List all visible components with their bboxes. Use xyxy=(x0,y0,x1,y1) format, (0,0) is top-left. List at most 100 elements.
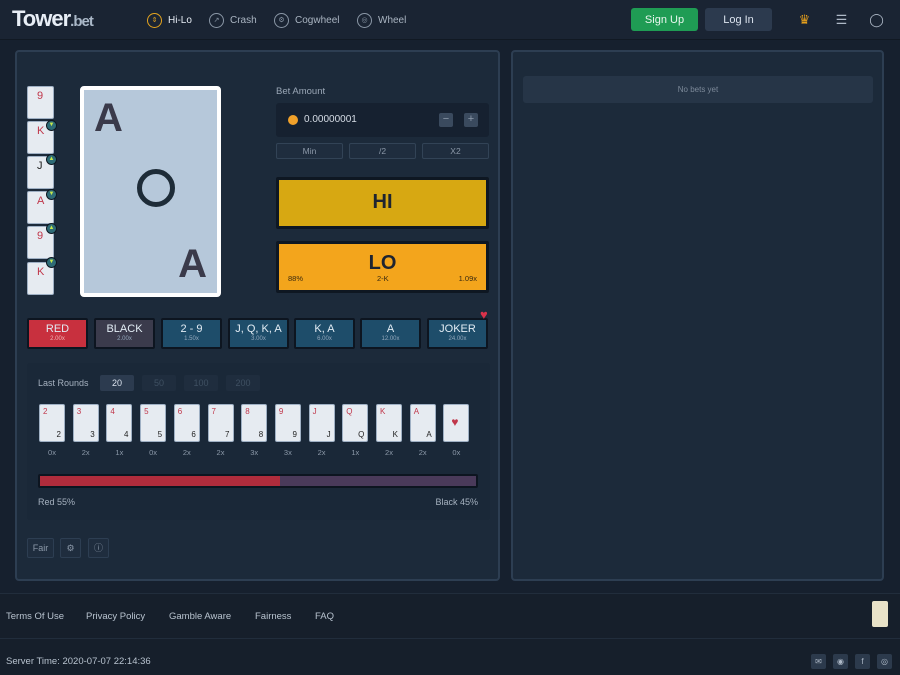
server-time: Server Time: 2020-07-07 22:14:36 xyxy=(6,656,151,667)
round-card-rank: 2 xyxy=(56,430,61,439)
license-seal-icon[interactable] xyxy=(872,601,888,627)
card-rank-bottom: A xyxy=(178,242,207,286)
round-card: AA xyxy=(409,404,436,442)
last-rounds-label: Last Rounds xyxy=(38,378,89,388)
arrow-down-icon: ▼ xyxy=(46,257,57,268)
footer-link-terms[interactable]: Terms Of Use xyxy=(6,611,64,622)
login-button[interactable]: Log In xyxy=(705,8,772,31)
footer-link-gamble-aware[interactable]: Gamble Aware xyxy=(169,611,231,622)
signup-button[interactable]: Sign Up xyxy=(631,8,698,31)
round-card: QQ xyxy=(342,404,369,442)
crash-icon: ↗ xyxy=(209,12,224,28)
nav-hilo[interactable]: ⇕ Hi-Lo xyxy=(147,11,192,29)
cogwheel-icon: ⚙ xyxy=(274,12,289,28)
min-button[interactable]: Min xyxy=(276,143,343,159)
round-multiplier: 2x xyxy=(418,448,427,457)
round-card-rank: 9 xyxy=(278,407,284,416)
round-card-rank: 5 xyxy=(144,407,149,416)
minus-button[interactable]: − xyxy=(439,113,453,127)
arrow-down-icon: ▼ xyxy=(46,189,57,200)
bet-amount-value: 0.00000001 xyxy=(304,114,357,125)
round-multiplier: 0x xyxy=(48,448,56,457)
bet-amount-label: Bet Amount xyxy=(276,86,326,97)
settings-icon[interactable]: ⚙ xyxy=(60,538,81,558)
fair-button[interactable]: Fair xyxy=(27,538,54,558)
history-card: 9 xyxy=(27,86,54,119)
round-card-rank: 5 xyxy=(157,430,163,439)
double-button[interactable]: X2 xyxy=(422,143,489,159)
chat-social-icon[interactable]: ✉ xyxy=(811,654,826,669)
bet-amount-input[interactable]: 0.00000001 − + xyxy=(276,103,489,137)
round-multiplier: 3x xyxy=(250,448,259,457)
wheel-icon: ◎ xyxy=(357,12,372,28)
round-multiplier: 2x xyxy=(182,448,191,457)
facebook-icon[interactable]: f xyxy=(855,654,870,669)
option-black[interactable]: BLACK 2.00x xyxy=(94,318,155,349)
round-multiplier: 1x xyxy=(351,448,360,457)
lo-range: 2-K xyxy=(377,274,389,283)
coin-icon xyxy=(288,115,298,125)
option-2-9[interactable]: 2 - 9 1.50x xyxy=(161,318,222,349)
discord-icon[interactable]: ◉ xyxy=(833,654,848,669)
footer-link-privacy[interactable]: Privacy Policy xyxy=(86,611,145,622)
round-card-rank: 3 xyxy=(90,430,95,439)
red-black-ratio-bar xyxy=(38,474,478,488)
footer-link-fairness[interactable]: Fairness xyxy=(255,611,291,622)
option-joker[interactable]: JOKER 24.00x xyxy=(427,318,488,349)
red-percent-label: Red 55% xyxy=(38,497,76,507)
bets-panel xyxy=(511,50,884,581)
arrow-down-icon: ▼ xyxy=(46,120,57,131)
hi-button[interactable]: HI xyxy=(276,177,489,229)
round-multiplier: 0x xyxy=(452,448,461,457)
round-card-rank: 7 xyxy=(225,430,230,439)
lo-button[interactable]: LO 88% 2-K 1.09x xyxy=(276,241,489,293)
round-card-rank: A xyxy=(413,407,420,416)
half-button[interactable]: /2 xyxy=(349,143,416,159)
round-card-rank: 7 xyxy=(211,407,216,416)
round-card-rank: K xyxy=(392,430,398,439)
logo[interactable]: Tower.bet xyxy=(12,6,94,32)
round-card: 44 xyxy=(106,404,133,442)
round-card: KK xyxy=(376,404,402,442)
plus-button[interactable]: + xyxy=(464,113,478,127)
round-multiplier: 2x xyxy=(216,448,225,457)
lo-multiplier: 1.09x xyxy=(458,274,477,283)
round-multiplier: 0x xyxy=(149,448,158,457)
round-card-rank: 4 xyxy=(110,407,115,416)
no-bets-message: No bets yet xyxy=(523,76,873,103)
round-card-rank: 8 xyxy=(245,407,250,416)
rounds-50-button[interactable]: 50 xyxy=(142,375,176,391)
nav-crash[interactable]: ↗ Crash xyxy=(209,11,257,29)
option-jqka[interactable]: J, Q, K, A 3.00x xyxy=(228,318,289,349)
hilo-icon: ⇕ xyxy=(147,12,162,28)
timer-ring xyxy=(137,169,175,207)
round-card-rank: 8 xyxy=(258,430,264,439)
option-a[interactable]: A 12.00x xyxy=(360,318,421,349)
option-ka[interactable]: K, A 6.00x xyxy=(294,318,355,349)
chat-icon[interactable]: ◯ xyxy=(869,12,884,27)
round-card: 99 xyxy=(274,404,301,442)
nav-cogwheel[interactable]: ⚙ Cogwheel xyxy=(274,11,339,29)
round-card: 77 xyxy=(207,404,234,442)
option-red[interactable]: RED 2.00x xyxy=(27,318,88,349)
rounds-20-button[interactable]: 20 xyxy=(100,375,134,391)
joker-icon: ♥ xyxy=(451,415,459,429)
notifications-icon[interactable]: ☰ xyxy=(834,12,849,27)
nav-wheel[interactable]: ◎ Wheel xyxy=(357,11,406,29)
lo-chance: 88% xyxy=(288,274,304,283)
round-card: 88 xyxy=(241,404,268,442)
rounds-100-button[interactable]: 100 xyxy=(184,375,218,391)
round-card-rank: J xyxy=(326,430,331,439)
round-card: JJ xyxy=(308,404,335,442)
arrow-up-icon: ▲ xyxy=(46,154,57,165)
round-card-rank: 2 xyxy=(43,407,48,416)
trophy-icon[interactable]: ♛ xyxy=(797,12,812,27)
rounds-200-button[interactable]: 200 xyxy=(226,375,260,391)
info-icon[interactable]: ⓘ xyxy=(88,538,109,558)
round-card-rank: J xyxy=(312,407,317,416)
round-card-rank: 4 xyxy=(123,430,129,439)
joker-icon: ♥ xyxy=(480,307,488,322)
instagram-icon[interactable]: ◎ xyxy=(877,654,892,669)
footer-link-faq[interactable]: FAQ xyxy=(315,611,334,622)
round-multiplier: 2x xyxy=(317,448,326,457)
